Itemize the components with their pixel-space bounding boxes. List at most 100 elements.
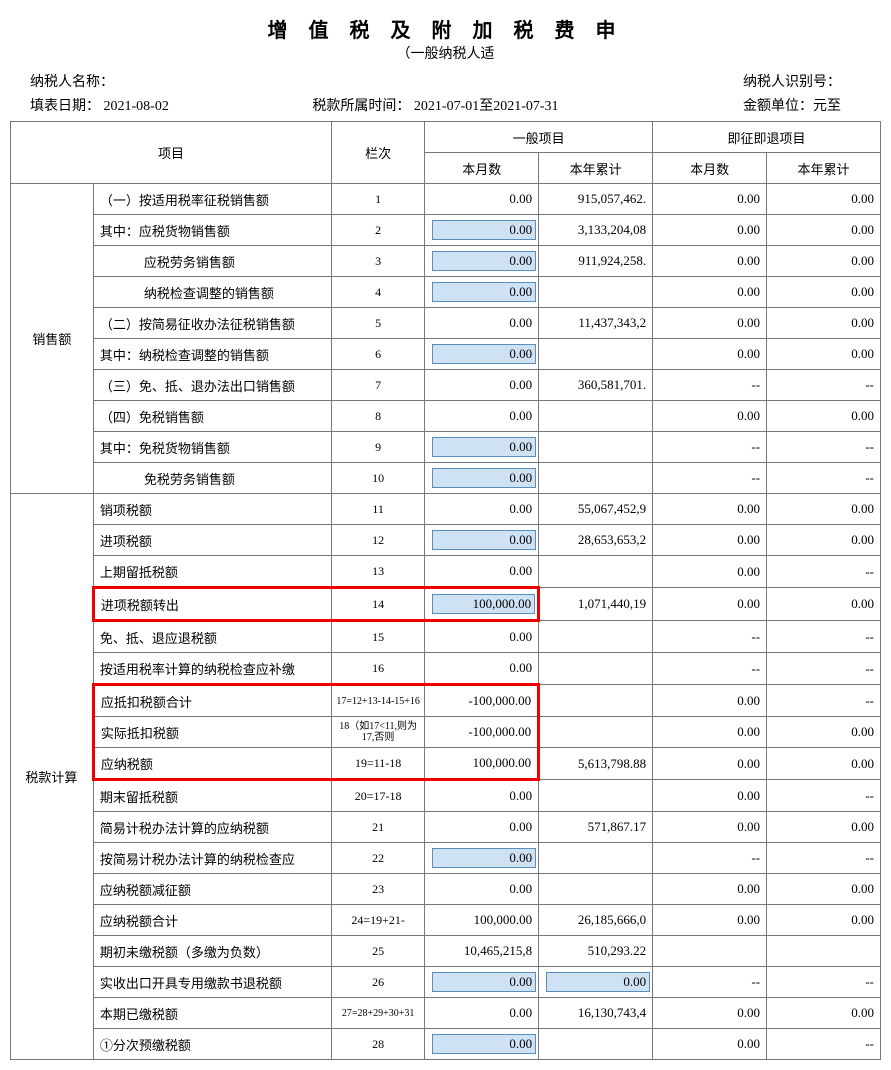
input-field[interactable]: 0.00: [432, 530, 537, 550]
input-field[interactable]: 100,000.00: [432, 594, 536, 614]
input-field[interactable]: 0.00: [432, 344, 537, 364]
input-field[interactable]: 0.00: [432, 972, 537, 992]
row-col-no: 13: [332, 556, 425, 588]
ref-month-cell: --: [653, 843, 767, 874]
ref-year-cell: 0.00: [767, 277, 881, 308]
vat-table: 项目 栏次 一般项目 即征即退项目 本月数 本年累计 本月数 本年累计 销售额（…: [10, 121, 881, 1060]
ref-month-cell: 0.00: [653, 246, 767, 277]
gen-month-cell: 0.00: [425, 780, 539, 812]
table-row: ①分次预缴税额280.000.00--: [11, 1029, 881, 1060]
row-label: 简易计税办法计算的应纳税额: [93, 812, 331, 843]
row-label: 免、抵、退应退税额: [93, 621, 331, 653]
table-row: （三）免、抵、退办法出口销售额70.00360,581,701.----: [11, 370, 881, 401]
input-field[interactable]: 0.00: [432, 437, 537, 457]
ref-month-cell: --: [653, 432, 767, 463]
table-row: 其中：应税货物销售额20.003,133,204,080.000.00: [11, 215, 881, 246]
gen-month-cell: 0.00: [425, 998, 539, 1029]
input-field[interactable]: 0.00: [432, 1034, 537, 1054]
header-refund: 即征即退项目: [653, 122, 881, 153]
gen-year-cell: 915,057,462.: [539, 184, 653, 215]
row-col-no: 3: [332, 246, 425, 277]
taxpayer-name-label: 纳税人名称：: [30, 71, 300, 91]
gen-year-cell: 1,071,440,19: [539, 588, 653, 621]
table-row: 进项税额转出14100,000.001,071,440,190.000.00: [11, 588, 881, 621]
row-col-no: 11: [332, 494, 425, 525]
row-col-no: 7: [332, 370, 425, 401]
table-row: 其中：免税货物销售额9 0.00 ----: [11, 432, 881, 463]
row-label: 期初未缴税额（多缴为负数）: [93, 936, 331, 967]
ref-month-cell: 0.00: [653, 685, 767, 717]
ref-year-cell: --: [767, 432, 881, 463]
row-label: （三）免、抵、退办法出口销售额: [93, 370, 331, 401]
header-gen-year: 本年累计: [539, 153, 653, 184]
row-col-no: 28: [332, 1029, 425, 1060]
gen-year-cell: 26,185,666,0: [539, 905, 653, 936]
row-col-no: 12: [332, 525, 425, 556]
ref-year-cell: 0.00: [767, 494, 881, 525]
ref-year-cell: 0.00: [767, 588, 881, 621]
ref-year-cell: --: [767, 967, 881, 998]
table-row: 本期已缴税额27=28+29+30+310.0016,130,743,40.00…: [11, 998, 881, 1029]
table-row: 进项税额120.0028,653,653,20.000.00: [11, 525, 881, 556]
page-subtitle: （一般纳税人适: [10, 43, 881, 63]
ref-month-cell: 0.00: [653, 812, 767, 843]
row-label: （四）免税销售额: [93, 401, 331, 432]
row-label: 应纳税额减征额: [93, 874, 331, 905]
group-sales: 销售额: [11, 184, 94, 494]
row-label: ①分次预缴税额: [93, 1029, 331, 1060]
period-label: 税款所属时间：: [312, 99, 410, 114]
gen-year-cell: 0.00: [539, 967, 653, 998]
gen-month-cell: 0.00: [425, 812, 539, 843]
header-ref-year: 本年累计: [767, 153, 881, 184]
row-col-no: 10: [332, 463, 425, 494]
meta-row-2: 填表日期： 2021-08-02 税款所属时间： 2021-07-01至2021…: [10, 93, 881, 117]
group-tax: 税款计算: [11, 494, 94, 1060]
gen-year-cell: [539, 401, 653, 432]
row-label: 应纳税额: [93, 748, 331, 780]
row-col-no: 25: [332, 936, 425, 967]
row-label: 进项税额: [93, 525, 331, 556]
row-col-no: 9: [332, 432, 425, 463]
header-item: 项目: [11, 122, 332, 184]
gen-month-cell: 0.00: [425, 653, 539, 685]
row-label: 其中：纳税检查调整的销售额: [93, 339, 331, 370]
input-field[interactable]: 0.00: [432, 848, 537, 868]
row-label: 其中：免税货物销售额: [93, 432, 331, 463]
input-field[interactable]: 0.00: [432, 282, 537, 302]
ref-year-cell: 0.00: [767, 874, 881, 905]
row-col-no: 16: [332, 653, 425, 685]
ref-year-cell: --: [767, 780, 881, 812]
ref-year-cell: [767, 936, 881, 967]
row-label: 应税劳务销售额: [93, 246, 331, 277]
table-row: 应纳税额合计24=19+21-100,000.0026,185,666,00.0…: [11, 905, 881, 936]
ref-month-cell: 0.00: [653, 215, 767, 246]
input-field[interactable]: 0.00: [432, 220, 537, 240]
table-row: （四）免税销售额80.000.000.00: [11, 401, 881, 432]
table-row: 实际抵扣税额18（如17<11,则为17,否则-100,000.000.000.…: [11, 717, 881, 748]
input-field[interactable]: 0.00: [432, 468, 537, 488]
input-field[interactable]: 0.00: [432, 251, 537, 271]
row-col-no: 6: [332, 339, 425, 370]
table-row: 应抵扣税额合计17=12+13-14-15+16-100,000.000.00-…: [11, 685, 881, 717]
row-label: 应纳税额合计: [93, 905, 331, 936]
row-label: 期末留抵税额: [93, 780, 331, 812]
input-field[interactable]: 0.00: [546, 972, 651, 992]
gen-month-cell: 100,000.00: [425, 905, 539, 936]
gen-month-cell: 0.00: [425, 308, 539, 339]
ref-year-cell: 0.00: [767, 308, 881, 339]
ref-month-cell: 0.00: [653, 1029, 767, 1060]
ref-month-cell: 0.00: [653, 308, 767, 339]
row-label: 进项税额转出: [93, 588, 331, 621]
gen-month-cell: 100,000.00: [425, 748, 539, 780]
gen-month-cell: 0.00: [425, 215, 539, 246]
ref-month-cell: 0.00: [653, 748, 767, 780]
ref-month-cell: 0.00: [653, 874, 767, 905]
gen-month-cell: -100,000.00: [425, 717, 539, 748]
row-col-no: 24=19+21-: [332, 905, 425, 936]
row-col-no: 23: [332, 874, 425, 905]
row-col-no: 20=17-18: [332, 780, 425, 812]
ref-year-cell: --: [767, 556, 881, 588]
table-row: 免税劳务销售额100.00----: [11, 463, 881, 494]
row-col-no: 8: [332, 401, 425, 432]
ref-year-cell: 0.00: [767, 339, 881, 370]
